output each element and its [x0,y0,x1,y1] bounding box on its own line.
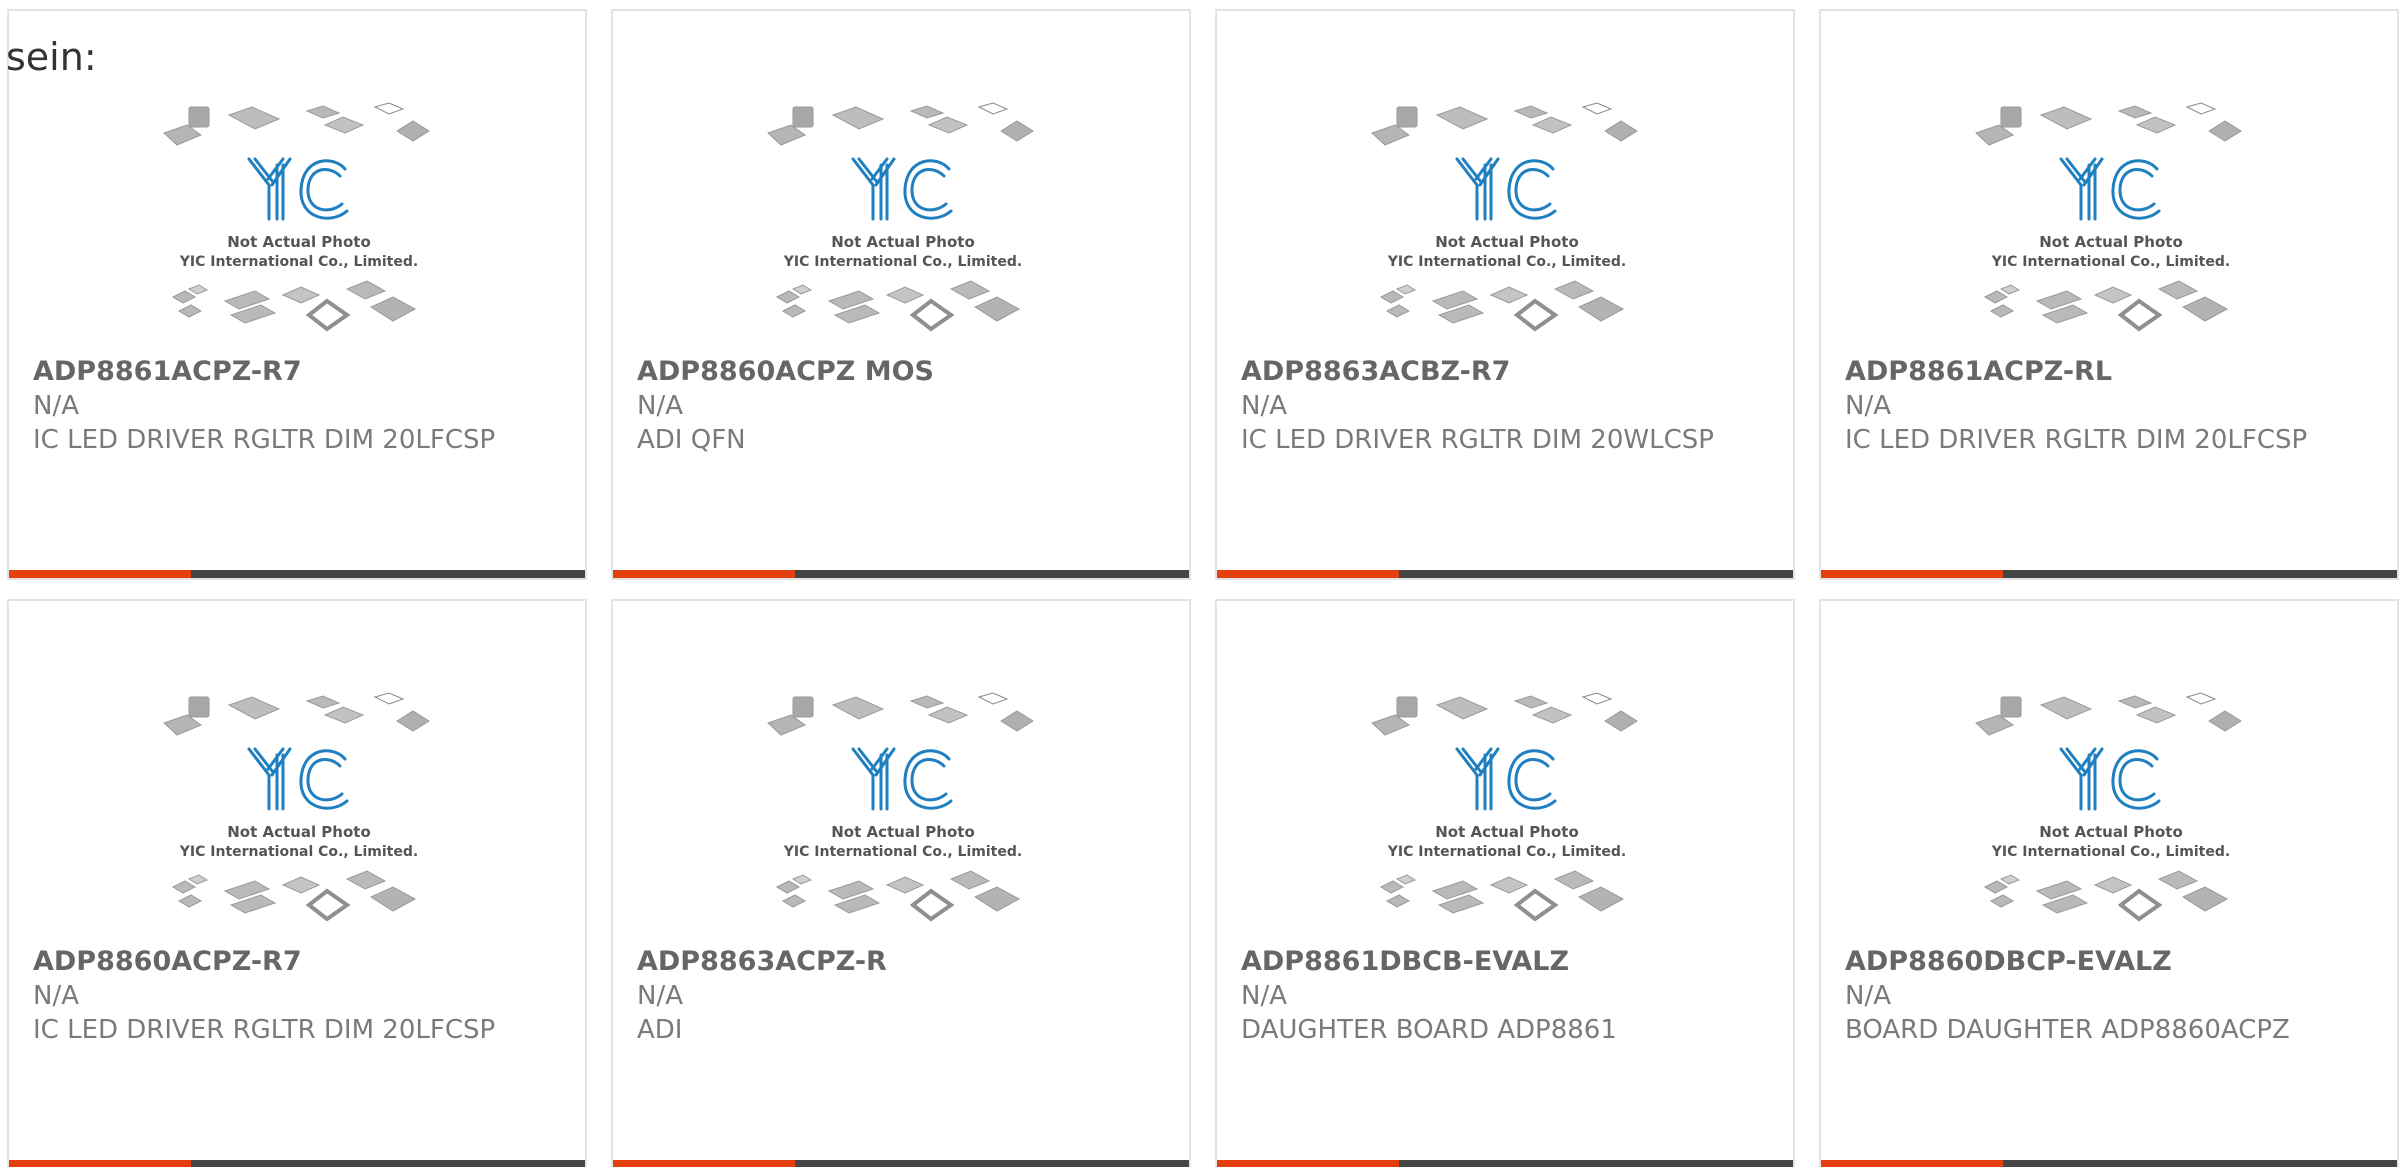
description: ADI [637,1015,683,1045]
part-number[interactable]: ADP8861ACPZ-RL [1845,355,2377,389]
product-placeholder-image: Not Actual Photo YIC International Co., … [767,102,1034,332]
part-number[interactable]: ADP8863ACBZ-R7 [1241,355,1773,389]
product-placeholder-image: Not Actual Photo YIC International Co., … [1371,692,1638,922]
manufacturer: N/A [1241,981,1287,1011]
caption-line1: Not Actual Photo [1435,233,1579,251]
card-accent-bar [613,570,795,578]
yic-logo-icon [851,747,953,811]
caption-line1: Not Actual Photo [227,233,371,251]
product-placeholder-image: Not Actual Photo YIC International Co., … [1975,692,2242,922]
caption-line2: YIC International Co., Limited. [1991,844,2230,860]
yic-logo-icon [1455,157,1557,221]
product-card[interactable]: Not Actual Photo YIC International Co., … [611,9,1191,580]
manufacturer: N/A [1845,981,1891,1011]
yic-logo-icon [247,157,349,221]
part-number[interactable]: ADP8861ACPZ-R7 [33,355,565,389]
chip-packages-bottom [171,280,417,332]
caption-line1: Not Actual Photo [1435,823,1579,841]
chip-packages-top [1371,692,1638,736]
chip-packages-top [1975,692,2242,736]
description: IC LED DRIVER RGLTR DIM 20LFCSP [1845,425,2308,455]
product-info: ADP8861ACPZ-RL N/A IC LED DRIVER RGLTR D… [1845,355,2377,457]
manufacturer: N/A [33,981,79,1011]
chip-packages-top [1371,102,1638,146]
product-placeholder-image: Not Actual Photo YIC International Co., … [163,102,430,332]
card-accent-bar [1821,1160,2003,1167]
card-accent-bar [9,570,191,578]
manufacturer: N/A [33,391,79,421]
chip-packages-bottom [775,280,1021,332]
card-accent-bar [9,1160,191,1167]
description: DAUGHTER BOARD ADP8861 [1241,1015,1617,1045]
product-grid: Not Actual Photo YIC International Co., … [7,9,2399,1167]
description: IC LED DRIVER RGLTR DIM 20LFCSP [33,425,496,455]
intro-text: sein: [6,35,97,79]
caption-line2: YIC International Co., Limited. [783,254,1022,270]
caption-line2: YIC International Co., Limited. [783,844,1022,860]
card-accent-bar [1217,1160,1399,1167]
caption-line2: YIC International Co., Limited. [179,254,418,270]
manufacturer: N/A [1241,391,1287,421]
caption-line2: YIC International Co., Limited. [179,844,418,860]
chip-packages-bottom [775,870,1021,922]
product-info: ADP8863ACBZ-R7 N/A IC LED DRIVER RGLTR D… [1241,355,1773,457]
part-number[interactable]: ADP8863ACPZ-R [637,945,1169,979]
part-number[interactable]: ADP8860ACPZ MOS [637,355,1169,389]
product-placeholder-image: Not Actual Photo YIC International Co., … [767,692,1034,922]
product-info: ADP8861ACPZ-R7 N/A IC LED DRIVER RGLTR D… [33,355,565,457]
yic-logo-icon [247,747,349,811]
caption-line1: Not Actual Photo [2039,823,2183,841]
chip-packages-bottom [1983,870,2229,922]
yic-logo-icon [2059,157,2161,221]
page: sein: Not Actual Photo YIC International… [0,0,2400,1167]
product-card[interactable]: Not Actual Photo YIC International Co., … [7,599,587,1167]
chip-packages-bottom [171,870,417,922]
caption-line2: YIC International Co., Limited. [1387,844,1626,860]
caption-line2: YIC International Co., Limited. [1387,254,1626,270]
chip-packages-top [163,692,430,736]
part-number[interactable]: ADP8860DBCP-EVALZ [1845,945,2377,979]
manufacturer: N/A [637,391,683,421]
chip-packages-bottom [1983,280,2229,332]
chip-packages-bottom [1379,870,1625,922]
product-info: ADP8863ACPZ-R N/A ADI [637,945,1169,1047]
product-placeholder-image: Not Actual Photo YIC International Co., … [1371,102,1638,332]
product-info: ADP8860ACPZ-R7 N/A IC LED DRIVER RGLTR D… [33,945,565,1047]
manufacturer: N/A [637,981,683,1011]
product-card[interactable]: Not Actual Photo YIC International Co., … [7,9,587,580]
description: IC LED DRIVER RGLTR DIM 20LFCSP [33,1015,496,1045]
product-card[interactable]: Not Actual Photo YIC International Co., … [1215,599,1795,1167]
description: ADI QFN [637,425,746,455]
chip-packages-top [767,102,1034,146]
product-info: ADP8861DBCB-EVALZ N/A DAUGHTER BOARD ADP… [1241,945,1773,1047]
yic-logo-icon [851,157,953,221]
product-placeholder-image: Not Actual Photo YIC International Co., … [1975,102,2242,332]
caption-line1: Not Actual Photo [227,823,371,841]
chip-packages-top [163,102,430,146]
product-info: ADP8860DBCP-EVALZ N/A BOARD DAUGHTER ADP… [1845,945,2377,1047]
caption-line1: Not Actual Photo [2039,233,2183,251]
product-card[interactable]: Not Actual Photo YIC International Co., … [1215,9,1795,580]
yic-logo-icon [2059,747,2161,811]
manufacturer: N/A [1845,391,1891,421]
card-accent-bar [613,1160,795,1167]
card-accent-bar [1821,570,2003,578]
chip-packages-top [767,692,1034,736]
yic-logo-icon [1455,747,1557,811]
product-info: ADP8860ACPZ MOS N/A ADI QFN [637,355,1169,457]
part-number[interactable]: ADP8861DBCB-EVALZ [1241,945,1773,979]
product-card[interactable]: Not Actual Photo YIC International Co., … [611,599,1191,1167]
description: BOARD DAUGHTER ADP8860ACPZ [1845,1015,2290,1045]
chip-packages-bottom [1379,280,1625,332]
part-number[interactable]: ADP8860ACPZ-R7 [33,945,565,979]
product-card[interactable]: Not Actual Photo YIC International Co., … [1819,599,2399,1167]
caption-line1: Not Actual Photo [831,233,975,251]
product-placeholder-image: Not Actual Photo YIC International Co., … [163,692,430,922]
caption-line2: YIC International Co., Limited. [1991,254,2230,270]
product-card[interactable]: Not Actual Photo YIC International Co., … [1819,9,2399,580]
caption-line1: Not Actual Photo [831,823,975,841]
description: IC LED DRIVER RGLTR DIM 20WLCSP [1241,425,1714,455]
chip-packages-top [1975,102,2242,146]
card-accent-bar [1217,570,1399,578]
